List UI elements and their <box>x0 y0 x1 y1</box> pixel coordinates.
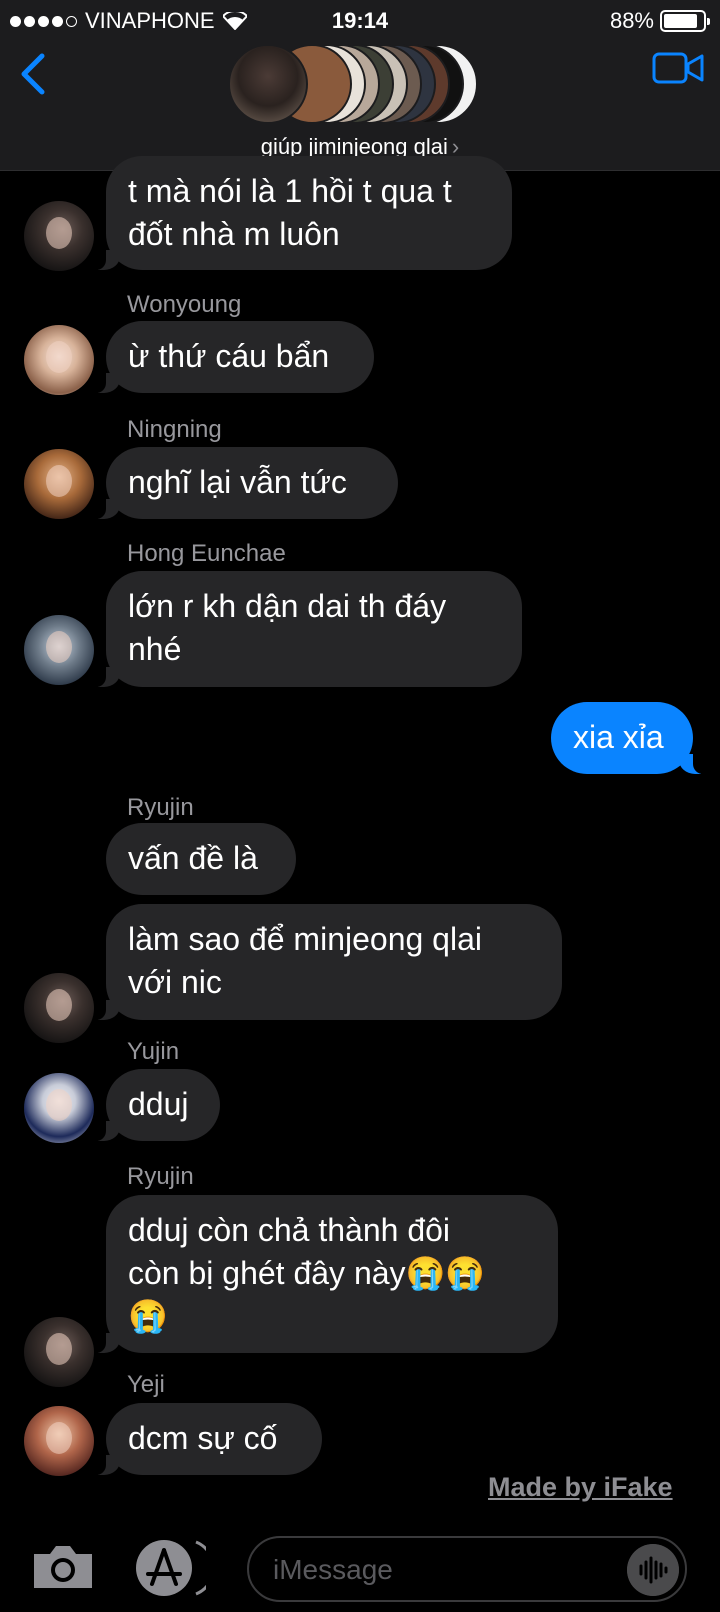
battery-percent: 88% <box>609 8 654 33</box>
message-bubble[interactable]: dduj <box>94 1069 220 1141</box>
imessage-placeholder: iMessage <box>273 1554 393 1585</box>
sender-name: Ryujin <box>127 1163 194 1190</box>
message-bubble[interactable]: dcm sự cố <box>94 1403 322 1475</box>
sender-avatar[interactable] <box>24 1317 94 1387</box>
battery-icon <box>660 10 710 32</box>
group-avatar-stack[interactable] <box>228 44 490 124</box>
audio-waveform-icon[interactable] <box>627 1544 679 1596</box>
watermark: Made by iFake <box>488 1472 673 1502</box>
message-bubble[interactable]: ừ thứ cáu bẩn <box>94 321 374 393</box>
sender-avatar[interactable] <box>24 449 94 519</box>
sender-avatar[interactable] <box>24 325 94 395</box>
conversation-header: VINAPHONE 19:14 88% giúp jiminjeong qlai… <box>0 0 720 171</box>
message-bubble[interactable]: nghĩ lại vẫn tức <box>94 447 398 519</box>
sender-name: Ryujin <box>127 794 194 821</box>
battery-indicator: 88% <box>609 8 710 34</box>
message-bubble[interactable]: lớn r kh dận dai th đáy nhé <box>94 571 522 687</box>
status-bar: VINAPHONE 19:14 88% <box>0 0 720 40</box>
message-bubble[interactable]: dduj còn chả thành đôi còn bị ghét đây n… <box>94 1195 558 1353</box>
back-chevron-icon[interactable] <box>16 52 52 96</box>
message-bubble[interactable]: vấn đề là <box>106 823 296 895</box>
composer-bar: iMessage <box>0 1532 720 1612</box>
imessage-input[interactable]: iMessage <box>247 1536 687 1602</box>
message-bubble[interactable]: t mà nói là 1 hồi t qua t đốt nhà m luôn <box>94 156 512 270</box>
outgoing-message-bubble[interactable]: xia xỉa <box>551 702 705 774</box>
sender-avatar[interactable] <box>24 1073 94 1143</box>
sender-name: Wonyoung <box>127 291 242 318</box>
message-bubble[interactable]: làm sao để minjeong qlai với nic <box>94 904 562 1020</box>
sender-name: Yujin <box>127 1038 180 1065</box>
sender-name: Yeji <box>127 1371 165 1398</box>
sender-name: Hong Eunchae <box>127 540 286 567</box>
app-store-icon[interactable] <box>134 1538 206 1598</box>
video-camera-icon[interactable] <box>652 50 704 86</box>
sender-avatar[interactable] <box>24 201 94 271</box>
sender-avatar[interactable] <box>24 973 94 1043</box>
camera-icon[interactable] <box>30 1542 96 1592</box>
sender-name: Ningning <box>127 416 222 443</box>
sender-avatar[interactable] <box>24 615 94 685</box>
group-avatar <box>228 44 308 124</box>
sender-avatar[interactable] <box>24 1406 94 1476</box>
message-list[interactable]: t mà nói là 1 hồi t qua t đốt nhà m luôn… <box>0 156 720 1531</box>
